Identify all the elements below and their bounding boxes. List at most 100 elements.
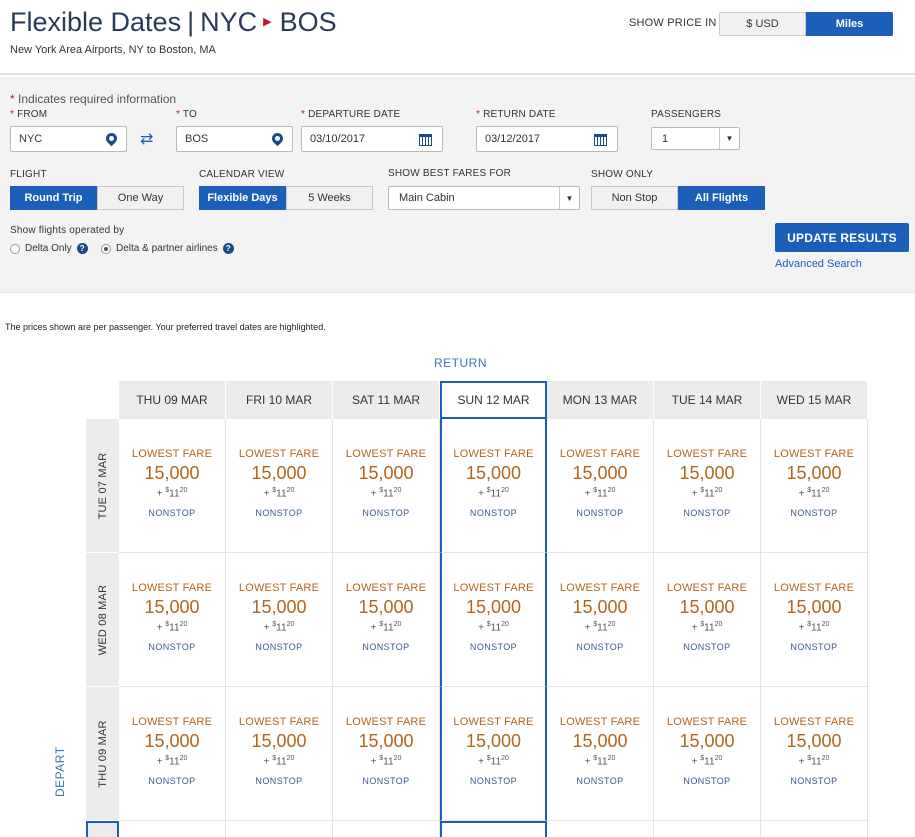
return-date-header[interactable]: THU 09 MAR	[119, 381, 226, 419]
departure-date-label: * DEPARTURE DATE	[301, 109, 401, 120]
fare-cell[interactable]: LOWEST FARE 15,000 + $1120 NONSTOP	[119, 419, 226, 553]
fare-cell[interactable]: LOWEST FARE 15,000 + $1120 NONSTOP	[654, 419, 761, 553]
delta-partner-radio[interactable]: Delta & partner airlines?	[101, 243, 234, 254]
calendar-icon[interactable]	[594, 134, 607, 146]
fare-cell[interactable]	[226, 821, 333, 837]
return-date-header[interactable]: TUE 14 MAR	[654, 381, 761, 419]
fare-tax: + $1120	[156, 755, 188, 768]
fare-stops: NONSTOP	[790, 776, 838, 786]
search-form: * Indicates required information * FROM …	[0, 77, 915, 293]
five-weeks-button[interactable]: 5 Weeks	[286, 186, 373, 210]
fare-stops: NONSTOP	[683, 776, 731, 786]
fare-label: LOWEST FARE	[345, 582, 427, 594]
advanced-search-link[interactable]: Advanced Search	[775, 258, 862, 270]
price-usd-button[interactable]: $ USD	[719, 12, 806, 36]
non-stop-button[interactable]: Non Stop	[591, 186, 678, 210]
one-way-button[interactable]: One Way	[97, 186, 184, 210]
fare-label: LOWEST FARE	[559, 448, 641, 460]
fare-cell[interactable]: LOWEST FARE 15,000 + $1120 NONSTOP	[440, 419, 547, 553]
fare-tax: + $1120	[263, 487, 295, 500]
update-results-button[interactable]: UPDATE RESULTS	[775, 223, 909, 252]
help-icon[interactable]: ?	[222, 243, 234, 254]
fare-cell[interactable]: LOWEST FARE 15,000 + $1120 NONSTOP	[226, 687, 333, 821]
fare-miles: 15,000	[251, 731, 307, 751]
flexible-days-button[interactable]: Flexible Days	[199, 186, 286, 210]
fare-cell[interactable]	[654, 821, 761, 837]
fare-tax: + $1120	[691, 621, 723, 634]
depart-date-header[interactable]: THU 09 MAR	[86, 687, 119, 821]
fare-cell[interactable]: LOWEST FARE 15,000 + $1120 NONSTOP	[654, 687, 761, 821]
fare-cell[interactable]: LOWEST FARE 15,000 + $1120 NONSTOP	[761, 687, 868, 821]
best-fares-label: SHOW BEST FARES FOR	[388, 168, 512, 179]
fare-cell[interactable]: LOWEST FARE 15,000 + $1120 NONSTOP	[333, 553, 440, 687]
fare-tax: + $1120	[478, 621, 509, 634]
fare-label: LOWEST FARE	[773, 716, 855, 728]
page-header: Flexible Dates | NYC ▶ BOS New York Area Air…	[0, 0, 915, 75]
fare-cell[interactable]: LOWEST FARE 15,000 + $1120 NONSTOP	[440, 687, 547, 821]
return-date-header[interactable]: WED 15 MAR	[761, 381, 868, 419]
fare-cell[interactable]: LOWEST FARE 15,000 + $1120 NONSTOP	[547, 553, 654, 687]
fare-cell[interactable]: LOWEST FARE 15,000 + $1120 NONSTOP	[654, 553, 761, 687]
fare-label: LOWEST FARE	[238, 448, 320, 460]
depart-date-header[interactable]: WED 08 MAR	[86, 553, 119, 687]
fare-cell[interactable]: LOWEST FARE 15,000 + $1120 NONSTOP	[333, 419, 440, 553]
fare-tax: + $1120	[370, 755, 402, 768]
fare-cell[interactable]: LOWEST FARE 15,000 + $1120 NONSTOP	[226, 553, 333, 687]
return-date-label: * RETURN DATE	[476, 109, 556, 120]
fare-cell[interactable]: LOWEST FARE 15,000 + $1120 NONSTOP	[761, 553, 868, 687]
chevron-down-icon: ▼	[719, 128, 739, 149]
return-date-field[interactable]: 03/12/2017	[476, 126, 618, 152]
fare-stops: NONSTOP	[362, 776, 410, 786]
calendar-icon[interactable]	[419, 134, 432, 146]
fare-label: LOWEST FARE	[345, 448, 427, 460]
fare-miles: 15,000	[465, 463, 522, 483]
fare-cell[interactable]: LOWEST FARE 15,000 + $1120 NONSTOP	[226, 419, 333, 553]
fare-miles: 15,000	[572, 731, 628, 751]
fare-cell[interactable]: LOWEST FARE 15,000 + $1120 NONSTOP	[333, 687, 440, 821]
operated-by-label: Show flights operated by	[10, 225, 125, 236]
fare-label: LOWEST FARE	[666, 448, 748, 460]
fare-miles: 15,000	[465, 731, 522, 751]
fare-stops: NONSTOP	[255, 508, 303, 518]
depart-date-header[interactable]: TUE 07 MAR	[86, 419, 119, 553]
fare-cell[interactable]: LOWEST FARE 15,000 + $1120 NONSTOP	[119, 687, 226, 821]
fare-miles: 15,000	[358, 463, 414, 483]
fare-cell[interactable]	[440, 821, 547, 837]
fare-cell[interactable]	[761, 821, 868, 837]
fare-tax: + $1120	[478, 755, 509, 768]
fare-miles: 15,000	[358, 731, 414, 751]
fare-cell[interactable]: LOWEST FARE 15,000 + $1120 NONSTOP	[119, 553, 226, 687]
show-price-label: SHOW PRICE IN	[629, 17, 717, 29]
fare-cell[interactable]: LOWEST FARE 15,000 + $1120 NONSTOP	[547, 419, 654, 553]
fare-label: LOWEST FARE	[131, 582, 213, 594]
fare-miles: 15,000	[465, 597, 522, 617]
round-trip-button[interactable]: Round Trip	[10, 186, 97, 210]
swap-icon[interactable]: ⇄	[140, 129, 153, 149]
title-origin: NYC	[200, 7, 258, 37]
results-note: The prices shown are per passenger. Your…	[5, 322, 326, 332]
to-field[interactable]: BOS	[176, 126, 293, 152]
all-flights-button[interactable]: All Flights	[678, 186, 765, 210]
from-field[interactable]: NYC	[10, 126, 127, 152]
location-pin-icon	[103, 130, 120, 147]
fare-cell[interactable]	[333, 821, 440, 837]
fare-cell[interactable]: LOWEST FARE 15,000 + $1120 NONSTOP	[547, 687, 654, 821]
fare-cell[interactable]	[547, 821, 654, 837]
return-date-header[interactable]: SUN 12 MAR	[440, 381, 547, 419]
return-date-header[interactable]: MON 13 MAR	[547, 381, 654, 419]
fare-cell[interactable]	[119, 821, 226, 837]
help-icon[interactable]: ?	[76, 243, 88, 254]
flight-label: FLIGHT	[10, 169, 47, 180]
cabin-select[interactable]: Main Cabin ▼	[388, 186, 580, 210]
return-date-header[interactable]: FRI 10 MAR	[226, 381, 333, 419]
fare-cell[interactable]: LOWEST FARE 15,000 + $1120 NONSTOP	[440, 553, 547, 687]
fare-tax: + $1120	[798, 755, 830, 768]
fare-cell[interactable]: LOWEST FARE 15,000 + $1120 NONSTOP	[761, 419, 868, 553]
price-miles-button[interactable]: Miles	[806, 12, 893, 36]
return-date-header[interactable]: SAT 11 MAR	[333, 381, 440, 419]
passengers-select[interactable]: 1 ▼	[651, 127, 740, 150]
passengers-label: PASSENGERS	[651, 109, 722, 120]
delta-only-radio[interactable]: Delta Only?	[10, 243, 88, 254]
fare-stops: NONSTOP	[469, 508, 518, 518]
departure-date-field[interactable]: 03/10/2017	[301, 126, 443, 152]
